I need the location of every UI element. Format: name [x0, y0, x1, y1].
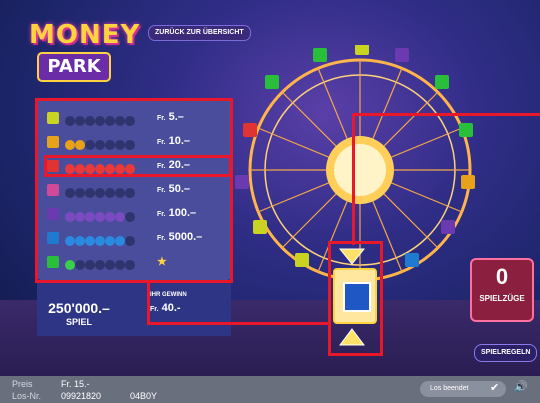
moves-counter: 0 SPIELZÜGE — [470, 258, 534, 322]
jackpot-label: SPIEL — [65, 317, 92, 327]
logo-subtitle: PARK — [37, 52, 111, 82]
lot-code: 04B0Y — [130, 391, 158, 401]
moves-label: SPIELZÜGE — [479, 294, 525, 303]
highlight-winning-row — [44, 155, 232, 177]
highlight-win-connector — [147, 281, 331, 325]
price-value: Fr. 15.- — [61, 379, 90, 389]
lot-number: 09921820 — [61, 391, 102, 401]
money-park-logo: MONEY PARK — [25, 18, 139, 88]
highlight-connector — [352, 113, 540, 245]
price-label: Preis — [12, 379, 33, 389]
highlight-prize-board — [35, 98, 233, 283]
highlight-gondola — [328, 241, 383, 356]
back-to-overview-button[interactable]: ZURÜCK ZUR ÜBERSICHT — [148, 25, 251, 41]
jackpot-value: 250'000.– — [48, 300, 110, 316]
moves-count: 0 — [495, 264, 509, 289]
logo-title: MONEY — [29, 20, 141, 50]
game-rules-button[interactable]: SPIELREGELN — [474, 344, 538, 362]
check-icon: ✔ — [490, 381, 500, 394]
speaker-icon[interactable]: 🔊 — [514, 380, 528, 393]
lot-label: Los-Nr. — [12, 391, 42, 401]
